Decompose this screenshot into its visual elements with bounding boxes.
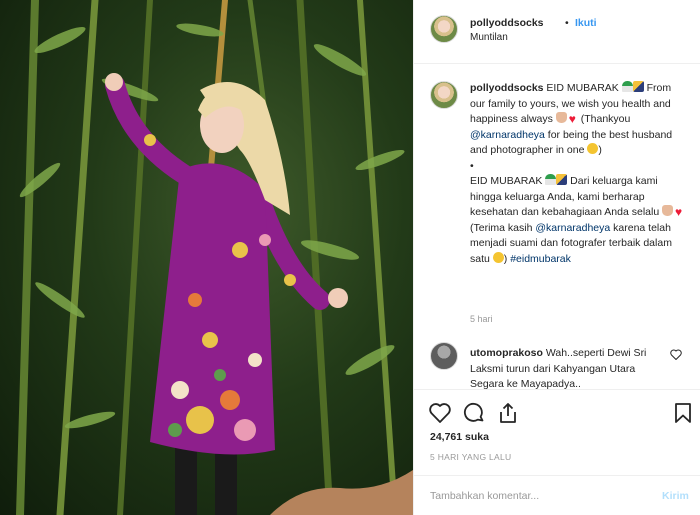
comment-like-icon[interactable] bbox=[670, 349, 682, 360]
caption-part: EID MUBARAK bbox=[470, 175, 546, 187]
add-comment-bar: Kirim bbox=[414, 475, 700, 515]
praying-hands-icon bbox=[662, 205, 674, 216]
heart-icon[interactable] bbox=[428, 401, 452, 425]
caption-part: (Thankyou bbox=[577, 113, 631, 125]
heart-emoji-icon: ♥ bbox=[568, 112, 576, 126]
mosque-icon bbox=[545, 174, 557, 185]
commenter-avatar[interactable] bbox=[430, 342, 458, 370]
profile-avatar[interactable] bbox=[430, 15, 458, 43]
post-window: pollyoddsocks • Ikuti Muntilan pollyodds… bbox=[0, 0, 700, 515]
mention-link[interactable]: @karnaradheya bbox=[535, 222, 610, 234]
caption-bullet: • bbox=[470, 159, 474, 172]
comment-input[interactable] bbox=[430, 487, 650, 505]
caption-part: EID MUBARAK bbox=[543, 82, 622, 94]
lantern-icon bbox=[556, 174, 568, 185]
praying-hands-icon bbox=[555, 112, 567, 123]
follow-button[interactable]: Ikuti bbox=[575, 17, 597, 29]
bookmark-icon[interactable] bbox=[671, 401, 695, 425]
mosque-icon bbox=[621, 81, 633, 92]
hashtag-link[interactable]: #eidmubarak bbox=[510, 253, 571, 265]
photo-illustration bbox=[16, 0, 413, 515]
header-separator: • bbox=[565, 17, 569, 29]
header-username[interactable]: pollyoddsocks bbox=[470, 17, 544, 29]
lantern-icon bbox=[632, 81, 644, 92]
smiling-face-icon bbox=[492, 251, 504, 263]
post-side-panel: pollyoddsocks • Ikuti Muntilan pollyodds… bbox=[413, 0, 700, 515]
post-timestamp[interactable]: 5 HARI YANG LALU bbox=[430, 452, 512, 462]
mention-link[interactable]: @karnaradheya bbox=[470, 129, 545, 141]
caption-timestamp[interactable]: 5 hari bbox=[470, 314, 493, 324]
caption-avatar[interactable] bbox=[430, 81, 458, 109]
comments-list[interactable]: pollyoddsocks EID MUBARAK From our famil… bbox=[414, 64, 700, 389]
commenter-username[interactable]: utomoprakoso bbox=[470, 347, 543, 359]
send-comment-button[interactable]: Kirim bbox=[662, 490, 689, 502]
heart-emoji-icon: ♥ bbox=[675, 205, 683, 219]
comment-icon[interactable] bbox=[462, 401, 486, 425]
location-link[interactable]: Muntilan bbox=[470, 32, 508, 43]
caption-text: pollyoddsocks EID MUBARAK From our famil… bbox=[470, 81, 688, 267]
post-header: pollyoddsocks • Ikuti Muntilan bbox=[414, 0, 700, 64]
comment-text: utomoprakoso Wah..seperti Dewi Sri Laksm… bbox=[470, 346, 670, 389]
caption-part: ) bbox=[598, 144, 602, 156]
likes-count[interactable]: 24,761 suka bbox=[430, 431, 489, 443]
share-icon[interactable] bbox=[496, 401, 520, 425]
post-photo[interactable] bbox=[0, 0, 413, 515]
smiling-face-icon bbox=[587, 143, 599, 154]
caption-part: (Terima kasih bbox=[470, 221, 536, 234]
caption-username[interactable]: pollyoddsocks bbox=[470, 82, 544, 94]
